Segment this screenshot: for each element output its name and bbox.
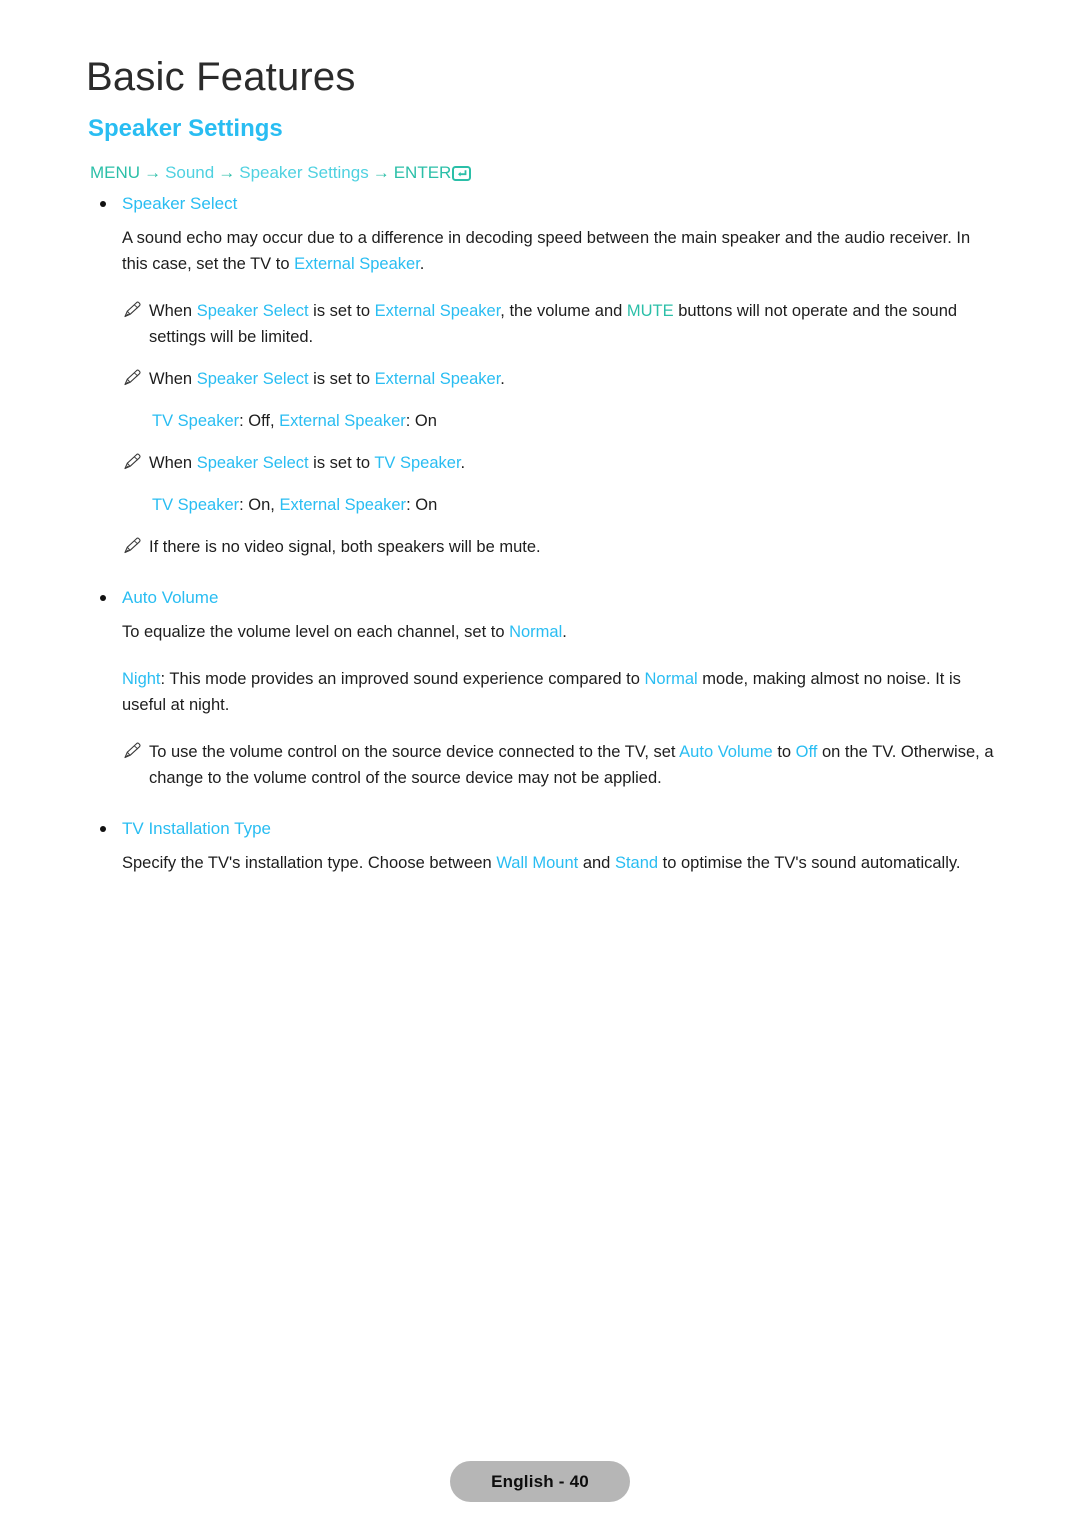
option-tv-speaker: TV Speaker: [374, 454, 461, 472]
text-run: is set to: [308, 370, 375, 388]
text-run: To use the volume control on the source …: [149, 743, 680, 761]
option-external-speaker: External Speaker: [374, 302, 501, 320]
text-run: : On: [406, 496, 438, 514]
text-run: : On,: [239, 496, 280, 514]
breadcrumb-menu-key: MENU: [90, 163, 141, 182]
pencil-note-icon: [122, 368, 142, 388]
text-run: When: [149, 370, 197, 388]
option-normal: Normal: [509, 623, 563, 641]
pencil-note-icon: [122, 300, 142, 320]
text-run: When: [149, 302, 197, 320]
text-run: : On: [405, 412, 437, 430]
option-stand: Stand: [614, 854, 659, 872]
text-run: When: [149, 454, 197, 472]
main-content: Speaker Select A sound echo may occur du…: [0, 192, 1080, 884]
text-run: , the volume and: [500, 302, 627, 320]
section-title: Speaker Settings: [88, 115, 283, 142]
text-run: : This mode provides an improved sound e…: [160, 670, 645, 688]
pencil-note-icon: [122, 536, 142, 556]
option-tv-speaker: TV Speaker: [152, 496, 240, 514]
subsection-heading-auto-volume: Auto Volume: [96, 586, 1080, 610]
breadcrumb-enter-key: ENTER: [393, 163, 452, 182]
enter-return-icon: [452, 166, 472, 186]
option-speaker-select: Speaker Select: [196, 370, 309, 388]
note-source-device-volume: To use the volume control on the source …: [122, 739, 1015, 791]
option-normal: Normal: [644, 670, 698, 688]
subsection-heading-label: TV Installation Type: [122, 819, 271, 838]
text-run: A sound echo may occur due to a differen…: [122, 229, 971, 273]
option-speaker-select: Speaker Select: [196, 454, 309, 472]
text-run: .: [500, 370, 505, 388]
text-run: .: [460, 454, 466, 472]
text-run: .: [419, 255, 425, 273]
text-run: To equalize the volume level on each cha…: [122, 623, 510, 641]
breadcrumb-item-speaker-settings: Speaker Settings: [239, 163, 369, 182]
arrow-right-icon: →: [144, 163, 162, 182]
text-run: to: [772, 743, 796, 761]
option-external-speaker: External Speaker: [279, 496, 407, 514]
pencil-note-icon: [122, 741, 142, 761]
paragraph-installation-type: Specify the TV's installation type. Choo…: [122, 850, 988, 876]
paragraph-speaker-select-intro: A sound echo may occur due to a differen…: [122, 225, 988, 277]
manual-page: Basic Features Speaker Settings MENU → Sou…: [0, 0, 1080, 1534]
option-external-speaker: External Speaker: [279, 412, 406, 430]
breadcrumb-item-sound: Sound: [165, 163, 215, 182]
text-run: : Off,: [239, 412, 280, 430]
value-line-tv-speaker: TV Speaker: On, External Speaker: On: [152, 492, 982, 518]
note-external-speaker-state: When Speaker Select is set to External S…: [122, 366, 1015, 392]
option-tv-speaker: TV Speaker: [152, 412, 240, 430]
note-no-video-signal: If there is no video signal, both speake…: [122, 534, 1015, 560]
text-run: to optimise the TV's sound automatically…: [658, 854, 961, 872]
option-external-speaker: External Speaker: [294, 255, 420, 273]
option-night: Night: [122, 670, 161, 688]
text-run: and: [578, 854, 615, 872]
hardware-key-mute: MUTE: [626, 302, 674, 320]
arrow-right-icon: →: [218, 163, 236, 182]
option-auto-volume: Auto Volume: [679, 743, 773, 761]
text-run: .: [562, 623, 567, 641]
note-tv-speaker-state: When Speaker Select is set to TV Speaker…: [122, 450, 1015, 476]
page-indicator: English - 40: [450, 1461, 630, 1502]
breadcrumb: MENU → Sound → Speaker Settings → ENTER: [90, 163, 472, 186]
note-mute-limited: When Speaker Select is set to External S…: [122, 298, 1015, 350]
subsection-heading-tv-installation-type: TV Installation Type: [96, 817, 1080, 841]
text-run: is set to: [308, 302, 375, 320]
subsection-heading-speaker-select: Speaker Select: [96, 192, 1080, 216]
text-run: Specify the TV's installation type. Choo…: [122, 854, 497, 872]
paragraph-auto-volume-normal: To equalize the volume level on each cha…: [122, 619, 988, 645]
paragraph-auto-volume-night: Night: This mode provides an improved so…: [122, 666, 988, 718]
section-tv-installation-type: TV Installation Type Specify the TV's in…: [0, 817, 1080, 876]
option-off: Off: [795, 743, 818, 761]
text-run: is set to: [308, 454, 375, 472]
subsection-heading-label: Speaker Select: [122, 194, 238, 213]
value-line-external-speaker: TV Speaker: Off, External Speaker: On: [152, 408, 982, 434]
arrow-right-icon: →: [372, 163, 390, 182]
section-speaker-select: Speaker Select A sound echo may occur du…: [0, 192, 1080, 560]
option-external-speaker: External Speaker: [374, 370, 501, 388]
section-auto-volume: Auto Volume To equalize the volume level…: [0, 586, 1080, 791]
page-title: Basic Features: [86, 55, 356, 99]
bullet-icon: [100, 595, 106, 601]
page-indicator-label: English - 40: [491, 1471, 589, 1491]
option-speaker-select: Speaker Select: [196, 302, 309, 320]
bullet-icon: [100, 201, 106, 207]
text-run: If there is no video signal, both speake…: [149, 538, 541, 556]
pencil-note-icon: [122, 452, 142, 472]
bullet-icon: [100, 826, 106, 832]
option-wall-mount: Wall Mount: [496, 854, 579, 872]
subsection-heading-label: Auto Volume: [122, 588, 219, 607]
